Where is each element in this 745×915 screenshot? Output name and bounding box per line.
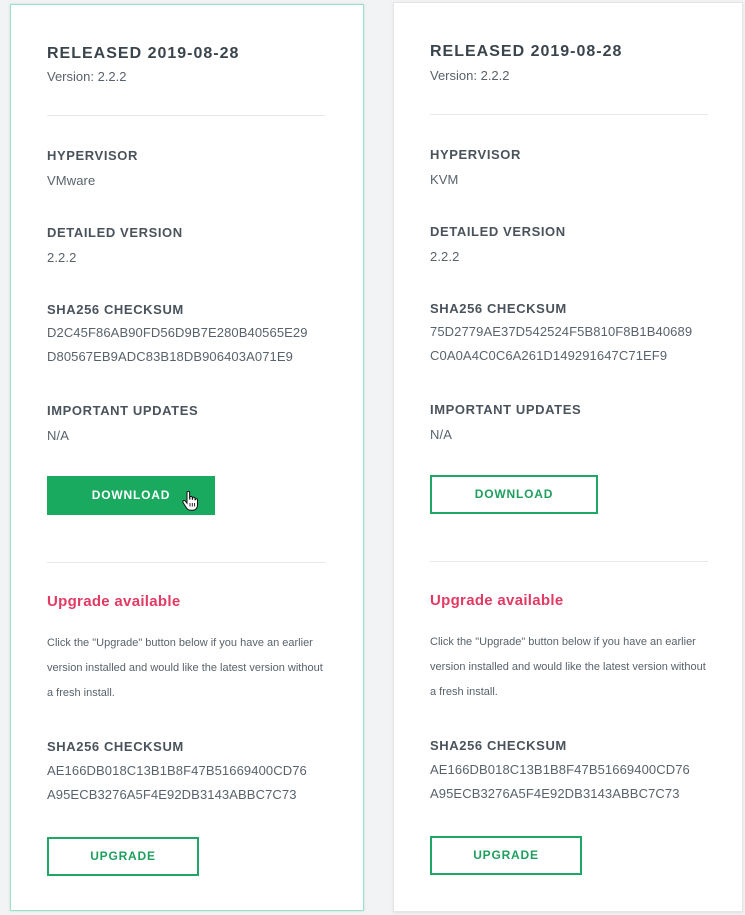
upgrade-description: Click the "Upgrade" button below if you … [47,637,323,699]
important-updates-value: N/A [430,427,452,442]
divider [47,115,325,116]
release-date-heading: RELEASED 2019-08-28 [430,43,623,60]
checksum-line-2: C0A0A4C0C6A261D149291647C71EF9 [430,348,668,363]
upgrade-available-heading: Upgrade available [430,592,564,609]
upgrade-checksum-line-1: AE166DB018C13B1B8F47B51669400CD76 [47,763,307,778]
important-updates-label: IMPORTANT UPDATES [47,403,199,418]
upgrade-checksum-label: SHA256 CHECKSUM [47,739,184,754]
upgrade-checksum-line-2: A95ECB3276A5F4E92DB3143ABBC7C73 [430,786,680,801]
divider [430,561,708,562]
upgrade-available-heading: Upgrade available [47,593,181,610]
release-card-vmware: RELEASED 2019-08-28 Version: 2.2.2 HYPER… [10,4,364,911]
important-updates-value: N/A [47,428,69,443]
detailed-version-label: DETAILED VERSION [47,225,183,240]
version-text: Version: 2.2.2 [430,68,510,83]
hypervisor-value: KVM [430,172,459,187]
detailed-version-value: 2.2.2 [430,249,460,264]
upgrade-checksum-line-2: A95ECB3276A5F4E92DB3143ABBC7C73 [47,787,297,802]
hypervisor-value: VMware [47,173,96,188]
divider [47,562,325,563]
checksum-label: SHA256 CHECKSUM [47,302,184,317]
detailed-version-label: DETAILED VERSION [430,224,566,239]
checksum-label: SHA256 CHECKSUM [430,301,567,316]
download-button[interactable]: DOWNLOAD [430,475,598,514]
checksum-line-2: D80567EB9ADC83B18DB906403A071E9 [47,349,293,364]
checksum-line-1: D2C45F86AB90FD56D9B7E280B40565E29 [47,325,308,340]
upgrade-checksum-label: SHA256 CHECKSUM [430,738,567,753]
release-card-kvm: RELEASED 2019-08-28 Version: 2.2.2 HYPER… [393,2,743,912]
release-date-heading: RELEASED 2019-08-28 [47,45,240,62]
upgrade-description: Click the "Upgrade" button below if you … [430,636,706,698]
detailed-version-value: 2.2.2 [47,250,77,265]
hand-pointer-icon [182,490,198,516]
upgrade-button[interactable]: UPGRADE [430,836,582,875]
hypervisor-label: HYPERVISOR [47,148,139,163]
version-text: Version: 2.2.2 [47,69,127,84]
upgrade-button[interactable]: UPGRADE [47,837,199,876]
important-updates-label: IMPORTANT UPDATES [430,402,582,417]
checksum-line-1: 75D2779AE37D542524F5B810F8B1B40689 [430,324,693,339]
divider [430,114,708,115]
upgrade-checksum-line-1: AE166DB018C13B1B8F47B51669400CD76 [430,762,690,777]
hypervisor-label: HYPERVISOR [430,147,522,162]
